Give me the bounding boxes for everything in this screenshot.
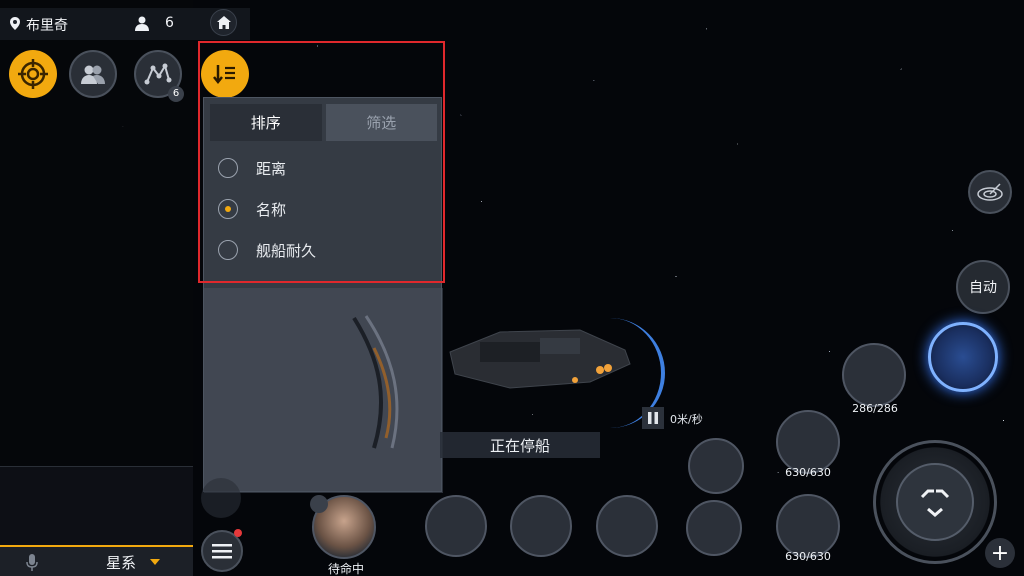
fleet-unit-1-hp: 286/286 [852,402,898,415]
arc-decoration [352,315,399,449]
scan-button[interactable] [968,170,1012,214]
tool-button[interactable] [201,478,241,518]
pause-icon [648,412,658,424]
auto-button[interactable]: 自动 [956,260,1010,314]
fleet-unit-3-hp: 630/630 [785,550,831,563]
route-count-badge: 6 [168,86,184,102]
skill-slot-2[interactable] [510,495,572,557]
menu-icon [212,544,232,559]
home-button[interactable] [210,9,237,36]
selected-ship-button[interactable] [928,322,998,392]
ship-status-bar: 正在停船 [440,432,600,458]
skill-slot-3[interactable] [596,495,658,557]
location-name: 布里奇 [26,18,68,34]
fleet-unit-3[interactable] [776,494,840,558]
channel-selector[interactable]: 星系 [106,552,136,573]
fleet-unit-2[interactable] [776,410,840,474]
target-button[interactable] [9,50,57,98]
drone-unit[interactable] [688,438,744,494]
target-icon [18,59,48,89]
movement-joystick[interactable] [873,440,997,564]
direction-icon [920,489,950,517]
chevron-down-icon[interactable] [150,559,160,565]
scan-icon [977,183,1003,201]
person-icon [135,16,149,31]
route-icon [144,63,172,85]
ship-status-text: 正在停船 [489,436,550,455]
joystick-knob[interactable] [896,463,974,541]
add-button[interactable]: + [985,538,1015,568]
panel-lower-area [204,288,443,493]
speed-readout: 0米/秒 [670,413,703,426]
online-count: 6 [165,15,174,31]
chat-bar: 星系 [0,545,193,576]
location-pin-icon [10,17,20,30]
fleet-unit-1[interactable] [842,343,906,407]
captain-status: 待命中 [327,562,364,576]
microphone-icon[interactable] [26,554,38,571]
notification-dot [234,529,242,537]
team-icon [81,65,105,84]
pause-button[interactable] [642,407,664,429]
wrench-icon [310,495,328,513]
skill-slot-1[interactable] [425,495,487,557]
home-icon [216,16,231,29]
highlight-box [198,41,445,283]
skill-slot-4[interactable] [686,500,742,556]
fleet-unit-2-hp: 630/630 [785,466,831,479]
team-button[interactable] [69,50,117,98]
